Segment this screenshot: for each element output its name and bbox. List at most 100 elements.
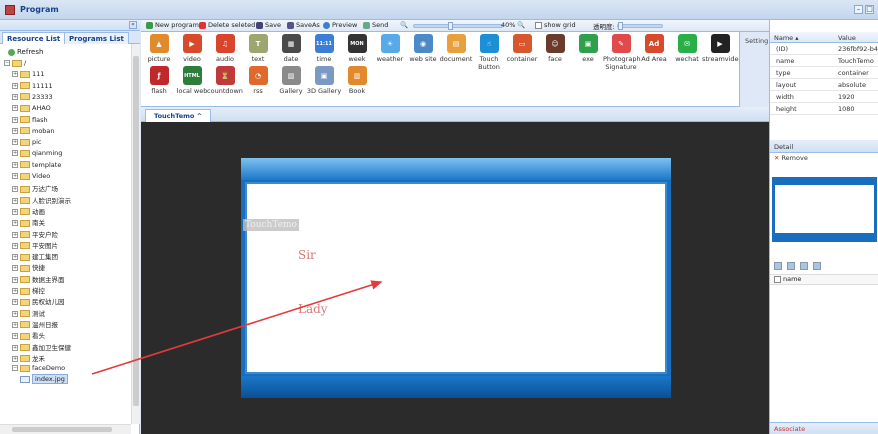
expand-toggle-icon[interactable]: +: [12, 310, 18, 317]
add-icon[interactable]: [774, 262, 782, 270]
widget-website[interactable]: ◉ web site: [405, 34, 441, 63]
widget-document[interactable]: ▤ document: [438, 34, 474, 63]
opacity-slider[interactable]: [617, 22, 663, 30]
scroll-thumb[interactable]: [133, 56, 139, 406]
tree-folder-item[interactable]: + 南关: [12, 217, 45, 228]
expand-toggle-icon[interactable]: +: [12, 139, 18, 146]
widget-ad-area[interactable]: Ad Ad Area: [636, 34, 672, 63]
preview-button[interactable]: Preview: [323, 21, 357, 29]
widget-date[interactable]: ▦ date: [273, 34, 309, 63]
expand-toggle-icon[interactable]: +: [12, 173, 18, 179]
save-button[interactable]: Save: [256, 21, 281, 29]
expand-toggle-icon[interactable]: +: [12, 242, 18, 249]
checkbox-icon[interactable]: [774, 275, 781, 283]
property-value[interactable]: 236fbf92-b4...: [838, 45, 878, 53]
widget-gallery[interactable]: ▨ Gallery: [273, 66, 309, 95]
property-row[interactable]: layout absolute: [770, 79, 878, 91]
detail-name-row[interactable]: name: [770, 274, 878, 285]
expand-toggle-icon[interactable]: +: [12, 276, 18, 283]
maximize-icon[interactable]: □: [865, 5, 874, 14]
expand-toggle-icon[interactable]: +: [12, 333, 18, 340]
expand-toggle-icon[interactable]: +: [12, 186, 18, 193]
expand-toggle-icon[interactable]: +: [12, 321, 18, 328]
tree-folder-item[interactable]: + template: [12, 161, 61, 172]
expand-toggle-icon[interactable]: +: [12, 344, 18, 351]
tree-folder-item[interactable]: + 鑫加卫生保健: [12, 342, 71, 353]
expand-toggle-icon[interactable]: +: [12, 71, 18, 78]
tree-folder-item[interactable]: + 温州日报: [12, 319, 58, 330]
opacity-slider-knob[interactable]: [618, 22, 623, 30]
text-element-lady[interactable]: Lady: [298, 302, 328, 316]
minimize-icon[interactable]: –: [854, 5, 863, 14]
container-element[interactable]: [241, 158, 671, 398]
widget-book[interactable]: ▥ Book: [339, 66, 375, 95]
close-icon[interactable]: ^: [197, 112, 202, 120]
tab-resource-list[interactable]: Resource List: [2, 32, 66, 44]
widget-flash[interactable]: ƒ flash: [141, 66, 177, 95]
delete-selected-button[interactable]: Delete seleted: [199, 21, 255, 29]
widget-text[interactable]: Ttext: [240, 34, 276, 63]
zoom-slider[interactable]: [413, 22, 503, 30]
property-row[interactable]: width 1920: [770, 91, 878, 103]
tree-folder-item[interactable]: + 快捷: [12, 262, 45, 273]
widget-streamvideo[interactable]: ▶ streamvideo: [702, 34, 743, 63]
tree-vertical-scrollbar[interactable]: [131, 44, 140, 424]
widget-container[interactable]: ▭ container: [504, 34, 540, 63]
send-button[interactable]: Send: [363, 21, 388, 29]
tree-folder-item[interactable]: + AHAO: [12, 104, 51, 115]
widget-weather[interactable]: ☀ weather: [372, 34, 408, 63]
tree-folder-item[interactable]: + qianming: [12, 149, 62, 160]
widget-photograph-signature[interactable]: ✎ Photograph Signature: [603, 34, 641, 71]
tree-folder-item[interactable]: + 建工集团: [12, 251, 58, 262]
tree-folder-item[interactable]: +23333: [12, 93, 53, 104]
property-row[interactable]: (ID) 236fbf92-b4...: [770, 43, 878, 55]
tree-folder-item[interactable]: +111: [12, 70, 44, 81]
expand-toggle-icon[interactable]: +: [12, 82, 18, 89]
widget-exe[interactable]: ▣ exe: [570, 34, 606, 63]
property-value[interactable]: 1920: [838, 93, 878, 101]
tree-folder-item[interactable]: + 测试: [12, 308, 45, 319]
expand-toggle-icon[interactable]: −: [12, 365, 18, 372]
list-icon[interactable]: [813, 262, 821, 270]
widget-touch-button[interactable]: ☝ Touch Button: [471, 34, 507, 71]
associate-bar[interactable]: Associate: [770, 422, 878, 434]
property-row[interactable]: name TouchTemo: [770, 55, 878, 67]
widget-rss[interactable]: ◔ rss: [240, 66, 276, 95]
expand-toggle-icon[interactable]: +: [12, 265, 18, 272]
tree-folder-item[interactable]: + 梯控: [12, 285, 45, 296]
tree-folder-item[interactable]: + flash: [12, 116, 48, 127]
image-icon[interactable]: [800, 262, 808, 270]
widget-3d-gallery[interactable]: ▣ 3D Gallery: [306, 66, 342, 95]
text-element-sir[interactable]: Sir: [298, 248, 316, 262]
widget-week[interactable]: MON week: [339, 34, 375, 63]
container-content-area[interactable]: [245, 182, 667, 374]
tree-folder-item[interactable]: + 万达广场: [12, 183, 58, 194]
property-value[interactable]: absolute: [838, 81, 878, 89]
expand-toggle-icon[interactable]: +: [12, 355, 18, 362]
tree-folder-item[interactable]: + 动画: [12, 206, 45, 217]
widget-video[interactable]: ▶ video: [174, 34, 210, 63]
tab-touchtemo[interactable]: TouchTemo ^: [145, 109, 212, 122]
widget-time[interactable]: 11:11 time: [306, 34, 342, 63]
widget-face[interactable]: ☺ face: [537, 34, 573, 63]
property-value[interactable]: container: [838, 69, 878, 77]
property-value[interactable]: 1080: [838, 105, 878, 113]
expand-toggle-icon[interactable]: +: [12, 116, 18, 123]
expand-toggle-icon[interactable]: −: [4, 60, 10, 66]
widget-countdown[interactable]: ⏳ countdown: [207, 66, 243, 95]
tree-folder-item[interactable]: + 民权幼儿园: [12, 296, 65, 307]
expand-toggle-icon[interactable]: +: [12, 93, 18, 100]
tree-folder-item[interactable]: + moban: [12, 127, 55, 138]
expand-toggle-icon[interactable]: +: [12, 208, 18, 215]
expand-toggle-icon[interactable]: +: [12, 299, 18, 306]
zoom-in-icon[interactable]: 🔍: [517, 21, 525, 29]
expand-toggle-icon[interactable]: +: [12, 254, 18, 261]
expand-toggle-icon[interactable]: +: [12, 161, 18, 168]
property-row[interactable]: height 1080: [770, 103, 878, 115]
widget-wechat[interactable]: ✉ wechat: [669, 34, 705, 63]
edit-icon[interactable]: [787, 262, 795, 270]
tree-folder-item[interactable]: + 平安户险: [12, 229, 58, 240]
tree-file-item[interactable]: index.jpg: [20, 374, 68, 386]
value-column-header[interactable]: Value: [838, 34, 856, 42]
widget-audio[interactable]: ♫ audio: [207, 34, 243, 63]
